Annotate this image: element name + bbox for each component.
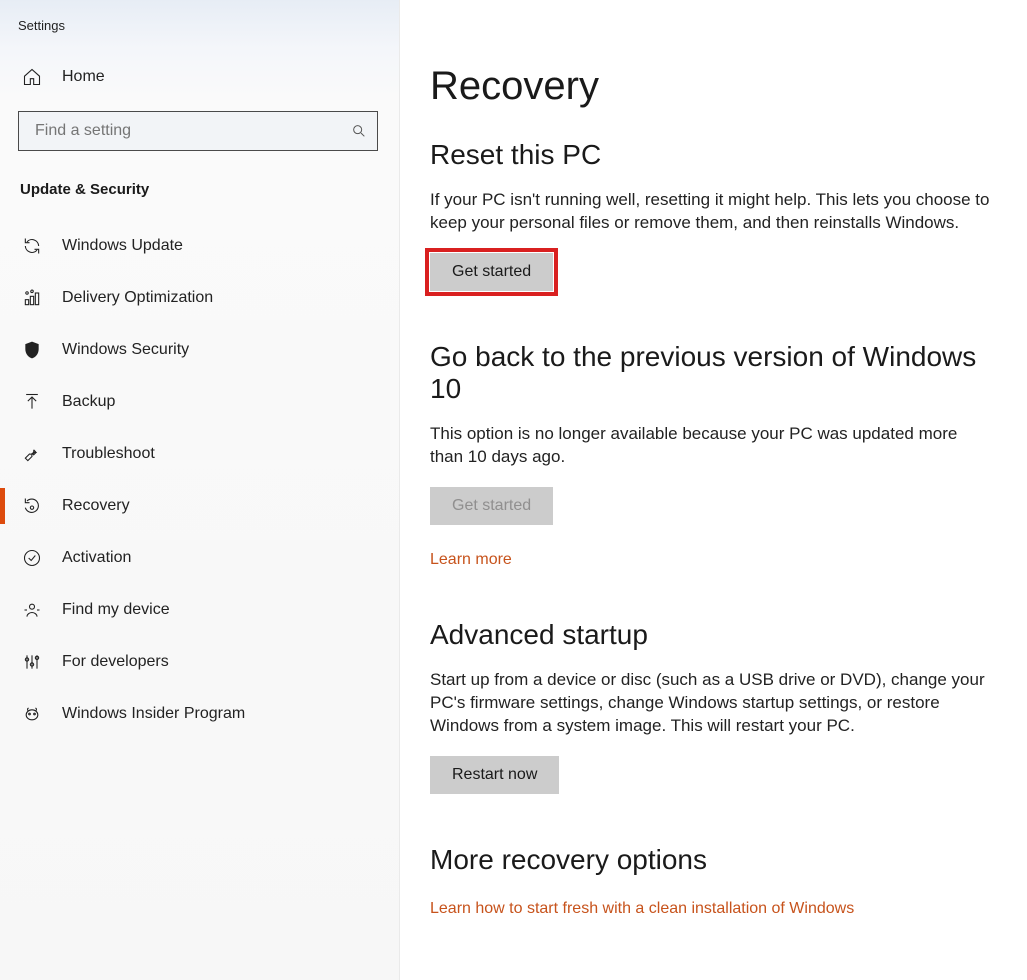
nav-label: Windows Insider Program <box>62 705 245 723</box>
nav-label: Recovery <box>62 497 130 515</box>
reset-get-started-button[interactable]: Get started <box>430 253 553 291</box>
restart-now-button[interactable]: Restart now <box>430 756 559 794</box>
window-title: Settings <box>0 0 399 43</box>
goback-desc: This option is no longer available becau… <box>430 423 990 469</box>
search-icon <box>351 123 367 139</box>
sidebar-item-activation[interactable]: Activation <box>0 532 399 584</box>
reset-heading: Reset this PC <box>430 139 991 171</box>
nav-label: Troubleshoot <box>62 445 155 463</box>
sidebar-item-delivery-optimization[interactable]: Delivery Optimization <box>0 272 399 324</box>
developers-icon <box>20 650 44 674</box>
shield-icon <box>20 338 44 362</box>
optimization-icon <box>20 286 44 310</box>
sidebar-item-windows-insider[interactable]: Windows Insider Program <box>0 688 399 740</box>
sidebar-item-troubleshoot[interactable]: Troubleshoot <box>0 428 399 480</box>
more-heading: More recovery options <box>430 844 991 876</box>
home-label: Home <box>62 68 105 86</box>
search-box[interactable] <box>18 111 378 151</box>
sidebar-item-windows-update[interactable]: Windows Update <box>0 220 399 272</box>
nav-label: Backup <box>62 393 115 411</box>
nav-label: Activation <box>62 549 131 567</box>
home-icon <box>20 65 44 89</box>
goback-heading: Go back to the previous version of Windo… <box>430 341 991 405</box>
reset-desc: If your PC isn't running well, resetting… <box>430 189 990 235</box>
insider-icon <box>20 702 44 726</box>
content-pane: Recovery Reset this PC If your PC isn't … <box>400 0 1027 980</box>
search-input[interactable] <box>33 121 351 141</box>
section-label: Update & Security <box>0 165 399 220</box>
sync-icon <box>20 234 44 258</box>
nav-label: Delivery Optimization <box>62 289 213 307</box>
sidebar-item-windows-security[interactable]: Windows Security <box>0 324 399 376</box>
sidebar-item-recovery[interactable]: Recovery <box>0 480 399 532</box>
sidebar-item-backup[interactable]: Backup <box>0 376 399 428</box>
page-title: Recovery <box>430 64 991 109</box>
nav-label: For developers <box>62 653 169 671</box>
find-device-icon <box>20 598 44 622</box>
nav-label: Windows Security <box>62 341 189 359</box>
advstart-desc: Start up from a device or disc (such as … <box>430 669 990 738</box>
sidebar: Settings Home Update & Security Windows … <box>0 0 400 980</box>
nav-label: Windows Update <box>62 237 183 255</box>
recovery-icon <box>20 494 44 518</box>
sidebar-item-for-developers[interactable]: For developers <box>0 636 399 688</box>
nav-label: Find my device <box>62 601 170 619</box>
goback-get-started-button: Get started <box>430 487 553 525</box>
check-circle-icon <box>20 546 44 570</box>
wrench-icon <box>20 442 44 466</box>
backup-icon <box>20 390 44 414</box>
more-fresh-install-link[interactable]: Learn how to start fresh with a clean in… <box>430 900 854 918</box>
sidebar-item-find-my-device[interactable]: Find my device <box>0 584 399 636</box>
advstart-heading: Advanced startup <box>430 619 991 651</box>
sidebar-home[interactable]: Home <box>0 43 399 111</box>
goback-learn-more-link[interactable]: Learn more <box>430 551 512 569</box>
